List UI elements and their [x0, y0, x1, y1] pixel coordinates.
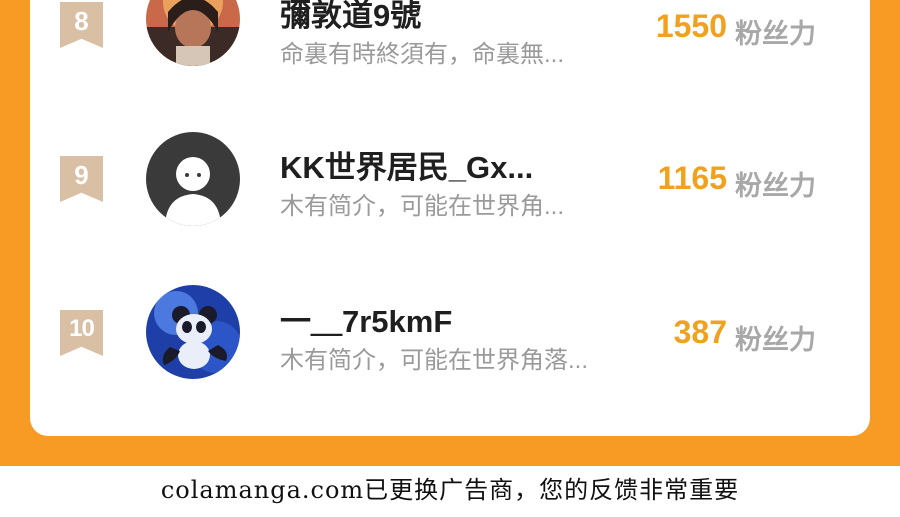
ranking-row[interactable]: 8 彌敦道9號 命裏有時終須有，命裏無... 1550 粉丝力	[30, 0, 870, 72]
ranking-row[interactable]: 10 一＿7r5kmF 木有简介，可能在世界角落... 387 粉丝力	[30, 282, 870, 382]
fan-power-count: 1165	[657, 160, 727, 196]
fan-power-unit: 粉丝力	[735, 171, 816, 201]
fan-power-count: 1550	[655, 8, 727, 44]
rank-badge: 9	[60, 156, 103, 202]
user-bio: 木有简介，可能在世界角落...	[280, 347, 589, 374]
default-avatar-icon	[146, 132, 240, 226]
rank-badge: 10	[60, 310, 103, 356]
user-bio: 木有简介，可能在世界角...	[280, 193, 565, 220]
user-bio: 命裏有時終須有，命裏無...	[280, 41, 565, 68]
user-name[interactable]: KK世界居民_Gx...	[280, 142, 533, 187]
fan-power-unit: 粉丝力	[735, 325, 816, 355]
fan-power-count: 387	[673, 314, 727, 350]
user-avatar[interactable]	[146, 285, 240, 379]
ranking-row[interactable]: 9 KK世界居民_Gx... 木有简介，可能在世界角... 1165 粉丝力	[30, 128, 870, 228]
user-name[interactable]: 彌敦道9號	[280, 0, 421, 35]
user-avatar[interactable]	[146, 132, 240, 226]
user-avatar[interactable]	[146, 0, 240, 66]
user-photo-icon	[146, 0, 240, 66]
fan-power-unit: 粉丝力	[735, 19, 816, 49]
ranking-frame: 8 彌敦道9號 命裏有時終須有，命裏無... 1550 粉丝力 9 KK世界居民…	[0, 0, 900, 466]
panda-avatar-icon	[146, 285, 240, 379]
ad-notice-banner: colamanga.com已更换广告商，您的反馈非常重要	[0, 466, 900, 517]
ranking-card: 8 彌敦道9號 命裏有時終須有，命裏無... 1550 粉丝力 9 KK世界居民…	[30, 0, 870, 436]
rank-badge: 8	[60, 2, 103, 48]
user-name[interactable]: 一＿7r5kmF	[280, 296, 452, 341]
